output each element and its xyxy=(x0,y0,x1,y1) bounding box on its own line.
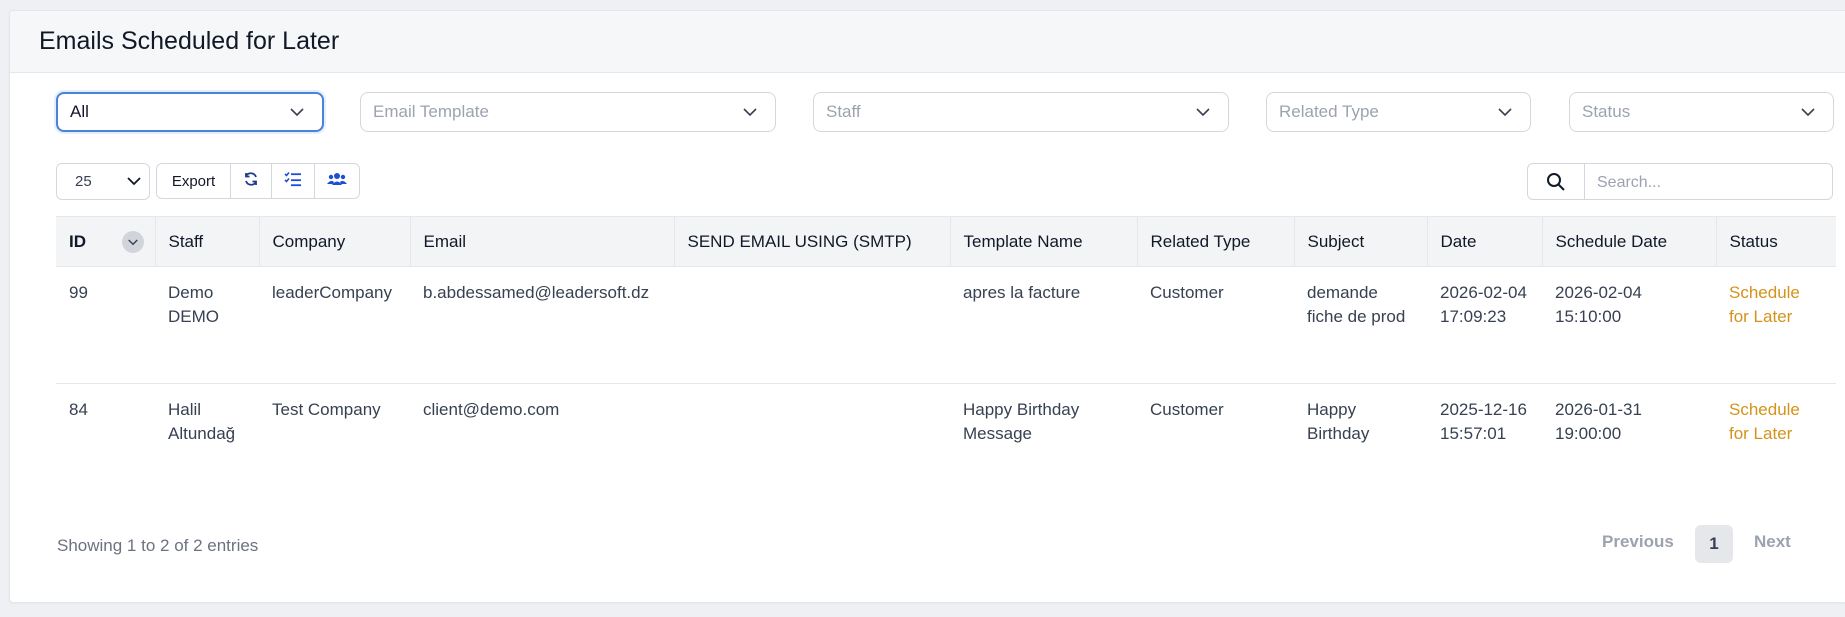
column-label: ID xyxy=(69,231,86,251)
column-header-subject[interactable]: Subject xyxy=(1294,216,1428,267)
email-template-placeholder: Email Template xyxy=(373,102,489,121)
cell-smtp xyxy=(674,266,950,384)
chevron-down-icon xyxy=(1498,93,1512,131)
table-info-text: Showing 1 to 2 of 2 entries xyxy=(57,536,259,555)
cell-date: 2025-12-16 15:57:01 xyxy=(1440,400,1527,443)
scope-filter-value: All xyxy=(70,102,89,121)
cell-date: 2026-02-04 17:09:23 xyxy=(1427,266,1542,384)
staff-filter[interactable]: Staff xyxy=(813,92,1229,132)
next-page-button[interactable]: Next xyxy=(1754,532,1791,552)
checklist-icon xyxy=(284,171,302,191)
cell-staff: Halil Altundağ xyxy=(168,400,236,443)
related-type-filter[interactable]: Related Type xyxy=(1266,92,1531,132)
previous-page-button[interactable]: Previous xyxy=(1602,532,1674,552)
page-size-select[interactable]: 25 xyxy=(56,163,150,200)
refresh-button[interactable] xyxy=(230,163,272,199)
cell-subject: Happy Birthday xyxy=(1307,400,1370,443)
status-filter[interactable]: Status xyxy=(1569,92,1834,132)
table-header-row: ID Staff Company Email SEND EMAIL USING … xyxy=(56,216,1836,267)
refresh-icon xyxy=(243,171,259,191)
search-box xyxy=(1527,163,1839,201)
table-row[interactable]: 84 Halil Altundağ Test Company client@de… xyxy=(56,384,1836,484)
cell-company: Test Company xyxy=(272,400,381,419)
search-icon[interactable] xyxy=(1528,164,1585,199)
column-header-status[interactable]: Status xyxy=(1716,216,1836,267)
scope-filter-select[interactable]: All xyxy=(56,92,324,132)
column-header-related-type[interactable]: Related Type xyxy=(1137,216,1295,267)
cell-company: leaderCompany xyxy=(259,266,410,384)
status-placeholder: Status xyxy=(1582,102,1631,121)
cell-related-type: Customer xyxy=(1150,400,1224,419)
column-header-schedule-date[interactable]: Schedule Date xyxy=(1542,216,1717,267)
chevron-down-icon xyxy=(743,93,757,131)
cell-schedule-date: 2026-01-31 19:00:00 xyxy=(1555,400,1642,443)
status-badge: Schedule for Later xyxy=(1716,266,1836,384)
cell-related-type: Customer xyxy=(1137,266,1294,384)
staff-placeholder: Staff xyxy=(826,102,861,121)
cell-smtp xyxy=(674,384,950,484)
chevron-down-icon xyxy=(1801,93,1815,131)
panel-header: Emails Scheduled for Later xyxy=(10,11,1845,73)
search-input[interactable] xyxy=(1585,164,1839,201)
status-badge: Schedule for Later xyxy=(1729,400,1800,443)
cell-id: 84 xyxy=(69,400,88,419)
scheduled-emails-table: ID Staff Company Email SEND EMAIL USING … xyxy=(56,216,1836,484)
column-header-template-name[interactable]: Template Name xyxy=(950,216,1138,267)
users-icon xyxy=(327,172,347,190)
cell-id: 99 xyxy=(56,266,155,384)
column-header-id[interactable]: ID xyxy=(56,216,156,267)
chevron-down-icon xyxy=(127,164,141,199)
cell-email: client@demo.com xyxy=(423,400,560,419)
page-title: Emails Scheduled for Later xyxy=(39,27,340,55)
table-row[interactable]: 99 Demo DEMO leaderCompany b.abdessamed@… xyxy=(56,266,1836,384)
cell-template-name: Happy Birthday Message xyxy=(963,400,1080,443)
chevron-down-icon xyxy=(290,94,304,130)
cell-subject: demande fiche de prod xyxy=(1294,266,1427,384)
column-header-email[interactable]: Email xyxy=(410,216,675,267)
column-header-company[interactable]: Company xyxy=(259,216,411,267)
page-number-button[interactable]: 1 xyxy=(1695,525,1733,563)
chevron-down-icon xyxy=(1196,93,1210,131)
email-template-filter[interactable]: Email Template xyxy=(360,92,776,132)
cell-staff: Demo DEMO xyxy=(155,266,259,384)
page-size-value: 25 xyxy=(75,173,92,190)
users-button[interactable] xyxy=(314,163,360,199)
bulk-actions-button[interactable] xyxy=(271,163,315,199)
cell-email: b.abdessamed@leadersoft.dz xyxy=(410,266,674,384)
column-header-smtp[interactable]: SEND EMAIL USING (SMTP) xyxy=(674,216,951,267)
chevron-down-icon[interactable] xyxy=(122,231,144,253)
export-label: Export xyxy=(171,172,216,190)
cell-template-name: apres la facture xyxy=(950,266,1137,384)
column-header-staff[interactable]: Staff xyxy=(155,216,260,267)
export-button[interactable]: Export xyxy=(156,163,231,199)
related-type-placeholder: Related Type xyxy=(1279,102,1379,121)
cell-schedule-date: 2026-02-04 15:10:00 xyxy=(1542,266,1716,384)
column-header-date[interactable]: Date xyxy=(1427,216,1543,267)
